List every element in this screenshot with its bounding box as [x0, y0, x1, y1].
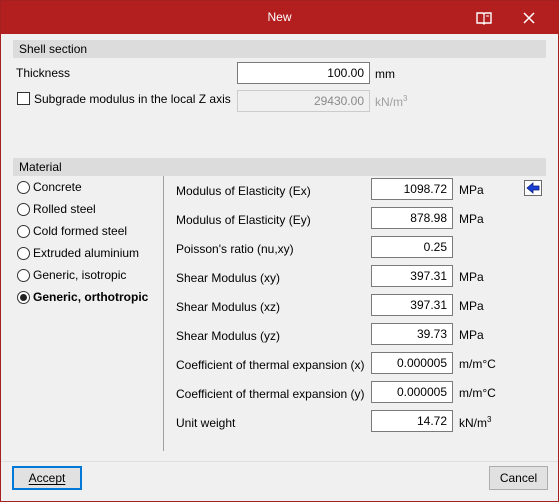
property-label: Shear Modulus (yz) [176, 329, 281, 343]
property-label: Shear Modulus (xz) [176, 300, 281, 314]
arrow-left-icon [526, 182, 540, 197]
subgrade-label: Subgrade modulus in the local Z axis [34, 92, 231, 106]
accept-button[interactable]: Accept [12, 466, 82, 490]
material-section-header: Material [13, 158, 546, 176]
property-unit: kN/m3 [459, 415, 492, 430]
back-arrow-button[interactable] [524, 180, 542, 196]
property-value-input[interactable]: 397.31 [371, 265, 453, 287]
dialog-window: New Shell section Thickness 100.00 mm Su… [0, 0, 559, 502]
material-option-label[interactable]: Concrete [33, 180, 82, 194]
book-icon [476, 11, 492, 25]
thickness-label: Thickness [16, 66, 71, 80]
property-label: Modulus of Elasticity (Ey) [176, 213, 311, 227]
property-label: Shear Modulus (xy) [176, 271, 281, 285]
property-value-input[interactable]: 397.31 [371, 294, 453, 316]
property-value-input[interactable]: 39.73 [371, 323, 453, 345]
close-button[interactable] [509, 1, 549, 34]
material-option-label[interactable]: Generic, orthotropic [33, 290, 148, 304]
shell-section-header: Shell section [13, 40, 546, 58]
material-option-label[interactable]: Rolled steel [33, 202, 96, 216]
cancel-button[interactable]: Cancel [489, 466, 548, 490]
thickness-unit: mm [375, 67, 395, 81]
radio-concrete[interactable] [17, 181, 30, 194]
material-option-label[interactable]: Extruded aluminium [33, 246, 139, 260]
property-value-input[interactable]: 0.25 [371, 236, 453, 258]
property-value-input[interactable]: 14.72 [371, 410, 453, 432]
subgrade-unit: kN/m3 [375, 94, 408, 109]
property-value-input[interactable]: 878.98 [371, 207, 453, 229]
property-unit: MPa [459, 183, 484, 197]
property-unit: MPa [459, 212, 484, 226]
property-label: Coefficient of thermal expansion (x) [176, 358, 365, 372]
radio-cold-formed-steel[interactable] [17, 225, 30, 238]
footer-divider [1, 461, 558, 462]
subgrade-input[interactable]: 29430.00 [237, 90, 370, 112]
property-value-input[interactable]: 0.000005 [371, 352, 453, 374]
property-value-input[interactable]: 1098.72 [371, 178, 453, 200]
property-unit: m/m°C [459, 357, 496, 371]
thickness-input[interactable]: 100.00 [237, 62, 370, 84]
property-unit: MPa [459, 299, 484, 313]
property-label: Coefficient of thermal expansion (y) [176, 387, 365, 401]
help-button[interactable] [464, 1, 504, 34]
close-icon [523, 11, 535, 24]
subgrade-checkbox[interactable] [17, 92, 30, 105]
property-label: Poisson's ratio (nu,xy) [176, 242, 294, 256]
property-label: Unit weight [176, 416, 236, 430]
title-bar: New [1, 1, 558, 34]
property-unit: m/m°C [459, 386, 496, 400]
radio-extruded-aluminium[interactable] [17, 247, 30, 260]
material-option-label[interactable]: Generic, isotropic [33, 268, 126, 282]
vertical-divider [163, 176, 164, 451]
radio-generic-isotropic[interactable] [17, 269, 30, 282]
property-unit: MPa [459, 270, 484, 284]
material-option-label[interactable]: Cold formed steel [33, 224, 127, 238]
radio-rolled-steel[interactable] [17, 203, 30, 216]
property-value-input[interactable]: 0.000005 [371, 381, 453, 403]
radio-generic-orthotropic[interactable] [17, 291, 30, 304]
accept-button-label: Accept [28, 471, 66, 485]
property-label: Modulus of Elasticity (Ex) [176, 184, 311, 198]
property-unit: MPa [459, 328, 484, 342]
